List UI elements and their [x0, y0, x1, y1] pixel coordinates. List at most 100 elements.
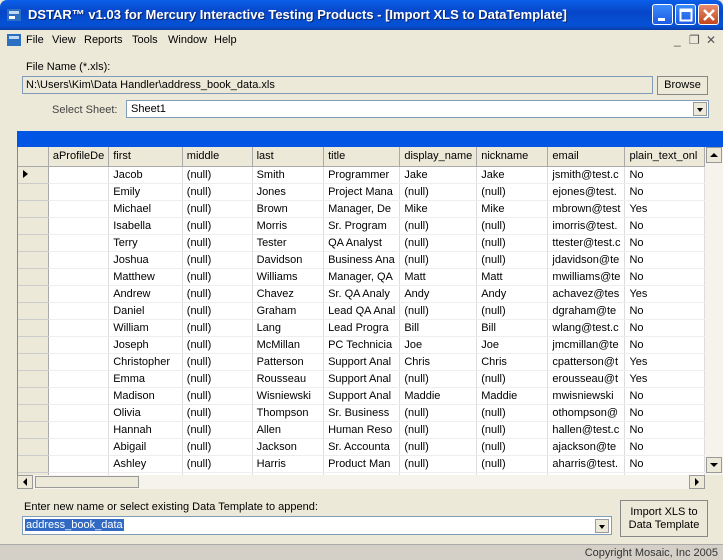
table-row[interactable]: Abigail (null) Jackson Sr. Accounta (null) (n… — [18, 438, 705, 456]
document-icon[interactable] — [6, 33, 22, 47]
column-header[interactable]: aProfileDe — [48, 147, 110, 167]
table-cell[interactable]: Davidson — [252, 251, 325, 269]
table-cell[interactable]: (null) — [182, 370, 253, 388]
sheet-select[interactable]: Sheet1 — [126, 100, 709, 118]
scroll-down-icon[interactable] — [706, 457, 722, 473]
table-cell[interactable]: Joshua — [108, 251, 183, 269]
table-row[interactable]: Olivia (null) Thompson Sr. Business (null) (n… — [18, 404, 705, 422]
table-cell[interactable]: Maddie — [399, 387, 478, 405]
table-cell[interactable]: Manager, De — [323, 200, 401, 218]
column-header[interactable]: nickname — [476, 147, 549, 167]
menu-reports[interactable]: Reports — [84, 34, 123, 46]
table-cell[interactable]: No — [624, 251, 705, 269]
table-cell[interactable]: ejones@test. — [547, 183, 626, 201]
table-cell[interactable] — [48, 404, 110, 422]
table-cell[interactable]: Programmer — [323, 166, 401, 184]
table-cell[interactable]: Wisniewski — [252, 387, 325, 405]
row-selector[interactable] — [18, 438, 49, 456]
table-cell[interactable]: Joseph — [108, 336, 183, 354]
table-cell[interactable]: (null) — [182, 421, 253, 439]
table-cell[interactable] — [48, 217, 110, 235]
table-row[interactable]: Emily (null) Jones Project Mana (null) (null)… — [18, 183, 705, 201]
table-cell[interactable]: (null) — [182, 200, 253, 218]
table-cell[interactable] — [48, 353, 110, 371]
table-cell[interactable]: (null) — [476, 302, 549, 320]
table-cell[interactable]: imorris@test. — [547, 217, 626, 235]
table-cell[interactable]: No — [624, 183, 705, 201]
table-cell[interactable]: Sr. Program — [323, 217, 401, 235]
table-cell[interactable]: Sr. QA Analy — [323, 285, 401, 303]
table-cell[interactable]: Brown — [252, 200, 325, 218]
horizontal-scroll-thumb[interactable] — [35, 476, 139, 488]
row-selector[interactable] — [18, 200, 49, 218]
table-cell[interactable]: Tester — [252, 234, 325, 252]
table-cell[interactable]: Terry — [108, 234, 183, 252]
table-cell[interactable] — [48, 200, 110, 218]
table-row[interactable]: Christopher (null) Patterson Support Anal Ch… — [18, 353, 705, 371]
row-selector[interactable] — [18, 234, 49, 252]
table-cell[interactable]: Lead Progra — [323, 319, 401, 337]
table-cell[interactable]: (null) — [182, 302, 253, 320]
table-cell[interactable]: cpatterson@t — [547, 353, 626, 371]
table-cell[interactable]: Michael — [108, 200, 183, 218]
table-cell[interactable]: (null) — [476, 455, 549, 473]
table-cell[interactable]: Jones — [252, 183, 325, 201]
table-cell[interactable]: Smith — [252, 166, 325, 184]
table-cell[interactable]: No — [624, 166, 705, 184]
table-cell[interactable]: Matt — [399, 268, 478, 286]
table-cell[interactable]: (null) — [399, 302, 478, 320]
column-header[interactable]: title — [323, 147, 401, 167]
table-cell[interactable]: Yes — [624, 200, 705, 218]
row-selector[interactable] — [18, 336, 49, 354]
table-cell[interactable]: (null) — [399, 421, 478, 439]
table-cell[interactable] — [48, 268, 110, 286]
table-cell[interactable]: Project Mana — [323, 183, 401, 201]
table-cell[interactable]: Patterson — [252, 353, 325, 371]
table-cell[interactable]: (null) — [476, 438, 549, 456]
table-cell[interactable]: Yes — [624, 285, 705, 303]
table-cell[interactable]: Manager, QA — [323, 268, 401, 286]
table-cell[interactable]: (null) — [476, 370, 549, 388]
table-cell[interactable]: ttester@test.c — [547, 234, 626, 252]
table-cell[interactable] — [48, 166, 110, 184]
table-cell[interactable]: Matt — [476, 268, 549, 286]
table-cell[interactable]: mwilliams@te — [547, 268, 626, 286]
table-cell[interactable]: (null) — [182, 455, 253, 473]
table-cell[interactable]: William — [108, 319, 183, 337]
horizontal-scrollbar[interactable] — [17, 475, 705, 489]
table-cell[interactable] — [48, 302, 110, 320]
table-cell[interactable]: (null) — [399, 438, 478, 456]
scroll-left-icon[interactable] — [17, 475, 33, 489]
table-cell[interactable]: (null) — [182, 353, 253, 371]
table-cell[interactable]: (null) — [399, 251, 478, 269]
table-cell[interactable]: Hannah — [108, 421, 183, 439]
minimize-icon[interactable] — [652, 4, 673, 25]
table-cell[interactable] — [48, 319, 110, 337]
table-cell[interactable]: Chris — [399, 353, 478, 371]
table-cell[interactable]: Chavez — [252, 285, 325, 303]
table-cell[interactable]: (null) — [182, 251, 253, 269]
table-cell[interactable]: jdavidson@te — [547, 251, 626, 269]
row-selector[interactable] — [18, 217, 49, 235]
table-cell[interactable]: Williams — [252, 268, 325, 286]
file-name-field[interactable]: N:\Users\Kim\Data Handler\address_book_d… — [22, 76, 653, 94]
table-cell[interactable]: erousseau@t — [547, 370, 626, 388]
table-cell[interactable]: Support Anal — [323, 370, 401, 388]
table-cell[interactable]: Morris — [252, 217, 325, 235]
table-cell[interactable]: Yes — [624, 370, 705, 388]
import-xls-button[interactable]: Import XLS to Data Template — [620, 500, 708, 537]
table-row[interactable]: Emma (null) Rousseau Support Anal (null) (nul… — [18, 370, 705, 388]
row-selector[interactable] — [18, 404, 49, 422]
table-cell[interactable]: aharris@test. — [547, 455, 626, 473]
table-row[interactable]: Madison (null) Wisniewski Support Anal Maddi… — [18, 387, 705, 405]
table-cell[interactable]: No — [624, 319, 705, 337]
table-cell[interactable]: (null) — [182, 336, 253, 354]
table-cell[interactable]: (null) — [476, 251, 549, 269]
table-cell[interactable]: Isabella — [108, 217, 183, 235]
table-cell[interactable]: (null) — [182, 438, 253, 456]
table-cell[interactable]: Rousseau — [252, 370, 325, 388]
table-cell[interactable] — [48, 421, 110, 439]
table-cell[interactable]: (null) — [476, 234, 549, 252]
table-cell[interactable]: (null) — [182, 404, 253, 422]
table-cell[interactable]: Jackson — [252, 438, 325, 456]
